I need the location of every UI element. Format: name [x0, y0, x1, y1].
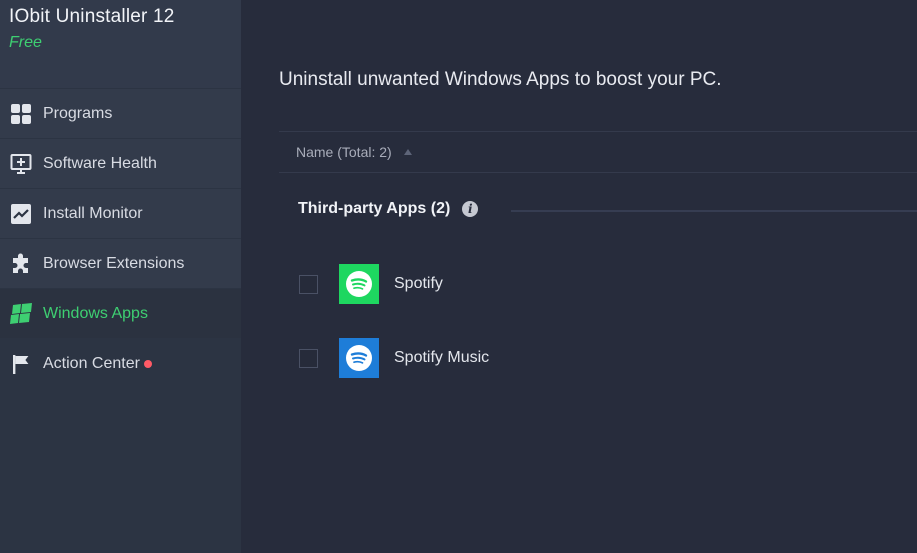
sidebar-item-action-center[interactable]: Action Center	[0, 339, 241, 388]
page-headline: Uninstall unwanted Windows Apps to boost…	[279, 69, 722, 90]
sidebar-item-label: Windows Apps	[43, 304, 148, 322]
info-icon[interactable]: i	[462, 201, 479, 217]
app-title: IObit Uninstaller 12	[9, 6, 175, 27]
group-header: Third-party Apps (2) i	[298, 200, 479, 218]
list-item[interactable]: Spotify	[299, 264, 443, 304]
app-checkbox[interactable]	[299, 348, 318, 368]
sidebar-item-label: Software Health	[43, 154, 157, 172]
app-name: Spotify	[394, 275, 443, 292]
windows-logo-icon	[9, 302, 33, 326]
group-divider	[511, 210, 917, 212]
list-item[interactable]: Spotify Music	[299, 338, 489, 378]
sidebar: IObit Uninstaller 12 Free Programs Softw…	[0, 0, 241, 553]
sidebar-item-install-monitor[interactable]: Install Monitor	[0, 189, 241, 238]
grid-icon	[9, 102, 33, 126]
main-panel: Uninstall unwanted Windows Apps to boost…	[241, 0, 917, 553]
puzzle-icon	[9, 252, 33, 276]
group-title: Third-party Apps (2)	[298, 200, 451, 217]
sidebar-item-label: Programs	[43, 104, 113, 122]
name-column-header[interactable]: Name (Total: 2)	[279, 131, 917, 173]
column-header-label: Name (Total: 2)	[296, 144, 392, 160]
sidebar-item-programs[interactable]: Programs	[0, 89, 241, 138]
spotify-music-icon	[339, 338, 379, 378]
sidebar-item-label: Install Monitor	[43, 204, 143, 222]
app-checkbox[interactable]	[299, 274, 318, 294]
sort-ascending-icon[interactable]	[403, 149, 412, 155]
app-edition: Free	[9, 34, 42, 51]
sidebar-nav: Programs Software Health Install Monitor	[0, 89, 241, 388]
chart-line-icon	[9, 202, 33, 226]
sidebar-item-browser-extensions[interactable]: Browser Extensions	[0, 239, 241, 288]
plus-monitor-icon	[9, 152, 33, 176]
sidebar-item-label: Browser Extensions	[43, 254, 185, 272]
brand-header: IObit Uninstaller 12 Free	[0, 0, 241, 88]
app-name: Spotify Music	[394, 349, 490, 366]
flag-icon	[9, 352, 33, 376]
alert-dot	[143, 359, 152, 368]
sidebar-item-label: Action Center	[43, 354, 140, 372]
sidebar-item-software-health[interactable]: Software Health	[0, 139, 241, 188]
sidebar-item-windows-apps[interactable]: Windows Apps	[0, 289, 241, 338]
spotify-icon	[339, 264, 379, 304]
